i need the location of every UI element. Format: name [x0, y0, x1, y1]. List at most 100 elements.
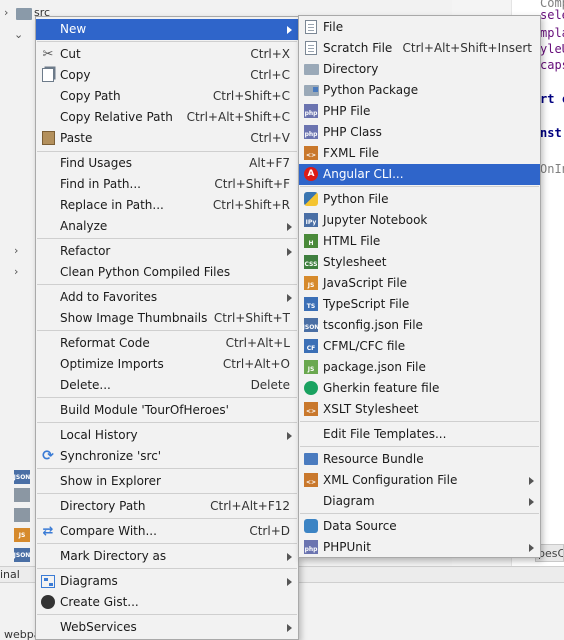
- menu-item-copy-relative-path[interactable]: Copy Relative Path Ctrl+Alt+Shift+C: [36, 107, 298, 128]
- submenu-item-resource-bundle[interactable]: Resource Bundle: [299, 449, 540, 470]
- menu-item-create-gist[interactable]: Create Gist...: [36, 592, 298, 613]
- menu-item-show-image-thumbnails[interactable]: Show Image Thumbnails Ctrl+Shift+T: [36, 308, 298, 329]
- javascript-icon: JS: [303, 275, 319, 291]
- submenu-item-python-package[interactable]: Python Package: [299, 80, 540, 101]
- menu-item-shortcut: Delete: [250, 378, 290, 392]
- menu-item-build-module[interactable]: Build Module 'TourOfHeroes': [36, 400, 298, 421]
- menu-item-label: Copy Path: [60, 89, 121, 103]
- menu-item-label: Local History: [60, 428, 138, 442]
- menu-item-paste[interactable]: Paste Ctrl+V: [36, 128, 298, 149]
- menu-item-copy[interactable]: Copy Ctrl+C: [36, 65, 298, 86]
- menu-item-clean-python[interactable]: Clean Python Compiled Files: [36, 262, 298, 283]
- menu-item-mark-directory-as[interactable]: Mark Directory as: [36, 546, 298, 567]
- menu-item-label: Find Usages: [60, 156, 133, 170]
- menu-item-shortcut: Ctrl+Shift+R: [212, 198, 290, 212]
- menu-item-label: TypeScript File: [323, 297, 410, 311]
- menu-item-shortcut: Ctrl+Alt+F12: [210, 499, 290, 513]
- menu-item-replace-in-path[interactable]: Replace in Path... Ctrl+Shift+R: [36, 195, 298, 216]
- file-icon: [14, 488, 30, 502]
- xml-config-icon: <>: [303, 472, 319, 488]
- submenu-item-tsconfig-json[interactable]: JSON tsconfig.json File: [299, 315, 540, 336]
- menu-item-label: Stylesheet: [323, 255, 387, 269]
- new-submenu: File Scratch File Ctrl+Alt+Shift+Insert …: [298, 15, 541, 558]
- submenu-item-html-file[interactable]: H HTML File: [299, 231, 540, 252]
- code-line: nst: [540, 126, 562, 140]
- menu-item-label: Scratch File: [323, 41, 393, 55]
- menu-item-label: Edit File Templates...: [323, 427, 447, 441]
- submenu-item-xml-configuration-file[interactable]: <> XML Configuration File: [299, 470, 540, 491]
- submenu-item-gherkin-feature[interactable]: Gherkin feature file: [299, 378, 540, 399]
- github-icon: [40, 594, 56, 610]
- menu-item-optimize-imports[interactable]: Optimize Imports Ctrl+Alt+O: [36, 354, 298, 375]
- submenu-item-cfml-file[interactable]: CF CFML/CFC file: [299, 336, 540, 357]
- menu-item-label: Analyze: [60, 219, 108, 233]
- code-line: rt c: [540, 92, 564, 106]
- menu-item-copy-path[interactable]: Copy Path Ctrl+Shift+C: [36, 86, 298, 107]
- menu-item-show-in-explorer[interactable]: Show in Explorer: [36, 471, 298, 492]
- submenu-item-package-json[interactable]: JS package.json File: [299, 357, 540, 378]
- menu-item-label: Directory: [323, 62, 379, 76]
- submenu-item-javascript-file[interactable]: JS JavaScript File: [299, 273, 540, 294]
- submenu-item-phpunit[interactable]: php PHPUnit: [299, 537, 540, 558]
- submenu-arrow-icon: [287, 578, 292, 586]
- submenu-item-php-file[interactable]: php PHP File: [299, 101, 540, 122]
- menu-item-analyze[interactable]: Analyze: [36, 216, 298, 237]
- chevron-right-icon[interactable]: ›: [4, 6, 8, 19]
- folder-icon: [303, 61, 319, 77]
- menu-item-compare-with[interactable]: ⇄ Compare With... Ctrl+D: [36, 521, 298, 542]
- terminal-tab[interactable]: inal: [0, 568, 20, 581]
- menu-item-add-to-favorites[interactable]: Add to Favorites: [36, 287, 298, 308]
- menu-item-local-history[interactable]: Local History: [36, 425, 298, 446]
- submenu-item-diagram[interactable]: Diagram: [299, 491, 540, 512]
- compare-icon: ⇄: [42, 523, 54, 539]
- submenu-item-fxml-file[interactable]: <> FXML File: [299, 143, 540, 164]
- menu-item-webservices[interactable]: WebServices: [36, 617, 298, 638]
- submenu-item-stylesheet[interactable]: CSS Stylesheet: [299, 252, 540, 273]
- submenu-item-xslt-stylesheet[interactable]: <> XSLT Stylesheet: [299, 399, 540, 420]
- submenu-item-python-file[interactable]: Python File: [299, 189, 540, 210]
- menu-item-label: tsconfig.json File: [323, 318, 423, 332]
- submenu-item-jupyter-notebook[interactable]: IPy Jupyter Notebook: [299, 210, 540, 231]
- submenu-item-angular-cli[interactable]: A Angular CLI...: [299, 164, 540, 185]
- menu-item-new[interactable]: New: [36, 19, 298, 40]
- menu-item-shortcut: Ctrl+Alt+Shift+Insert: [402, 41, 532, 55]
- menu-item-label: XML Configuration File: [323, 473, 458, 487]
- package-icon: [303, 82, 319, 98]
- menu-item-label: WebServices: [60, 620, 137, 634]
- menu-item-find-usages[interactable]: Find Usages Alt+F7: [36, 153, 298, 174]
- json-file-icon: JSON: [14, 548, 30, 562]
- menu-item-shortcut: Ctrl+Alt+L: [225, 336, 290, 350]
- chevron-down-icon[interactable]: ⌄: [14, 28, 23, 41]
- menu-item-directory-path[interactable]: Directory Path Ctrl+Alt+F12: [36, 496, 298, 517]
- menu-item-shortcut: Alt+F7: [249, 156, 290, 170]
- menu-item-synchronize[interactable]: ⟳ Synchronize 'src': [36, 446, 298, 467]
- chevron-right-icon[interactable]: ›: [14, 244, 18, 257]
- submenu-item-directory[interactable]: Directory: [299, 59, 540, 80]
- submenu-item-php-class[interactable]: php PHP Class: [299, 122, 540, 143]
- scissors-icon: ✂: [42, 46, 54, 62]
- menu-item-diagrams[interactable]: Diagrams: [36, 571, 298, 592]
- menu-item-label: XSLT Stylesheet: [323, 402, 419, 416]
- submenu-arrow-icon: [529, 498, 534, 506]
- menu-item-label: Synchronize 'src': [60, 449, 162, 463]
- menu-item-label: Build Module 'TourOfHeroes': [60, 403, 229, 417]
- php-file-icon: php: [303, 103, 319, 119]
- submenu-item-edit-file-templates[interactable]: Edit File Templates...: [299, 424, 540, 445]
- submenu-arrow-icon: [287, 223, 292, 231]
- menu-item-cut[interactable]: ✂ Cut Ctrl+X: [36, 44, 298, 65]
- menu-item-label: Show Image Thumbnails: [60, 311, 208, 325]
- submenu-item-typescript-file[interactable]: TS TypeScript File: [299, 294, 540, 315]
- menu-item-reformat-code[interactable]: Reformat Code Ctrl+Alt+L: [36, 333, 298, 354]
- menu-item-label: Jupyter Notebook: [323, 213, 428, 227]
- menu-item-find-in-path[interactable]: Find in Path... Ctrl+Shift+F: [36, 174, 298, 195]
- chevron-right-icon[interactable]: ›: [14, 265, 18, 278]
- submenu-arrow-icon: [287, 432, 292, 440]
- submenu-item-file[interactable]: File: [299, 17, 540, 38]
- menu-item-label: Refactor: [60, 244, 111, 258]
- menu-item-label: Python Package: [323, 83, 419, 97]
- submenu-item-scratch-file[interactable]: Scratch File Ctrl+Alt+Shift+Insert: [299, 38, 540, 59]
- submenu-item-data-source[interactable]: Data Source: [299, 516, 540, 537]
- jupyter-icon: IPy: [303, 212, 319, 228]
- menu-item-refactor[interactable]: Refactor: [36, 241, 298, 262]
- menu-item-delete[interactable]: Delete... Delete: [36, 375, 298, 396]
